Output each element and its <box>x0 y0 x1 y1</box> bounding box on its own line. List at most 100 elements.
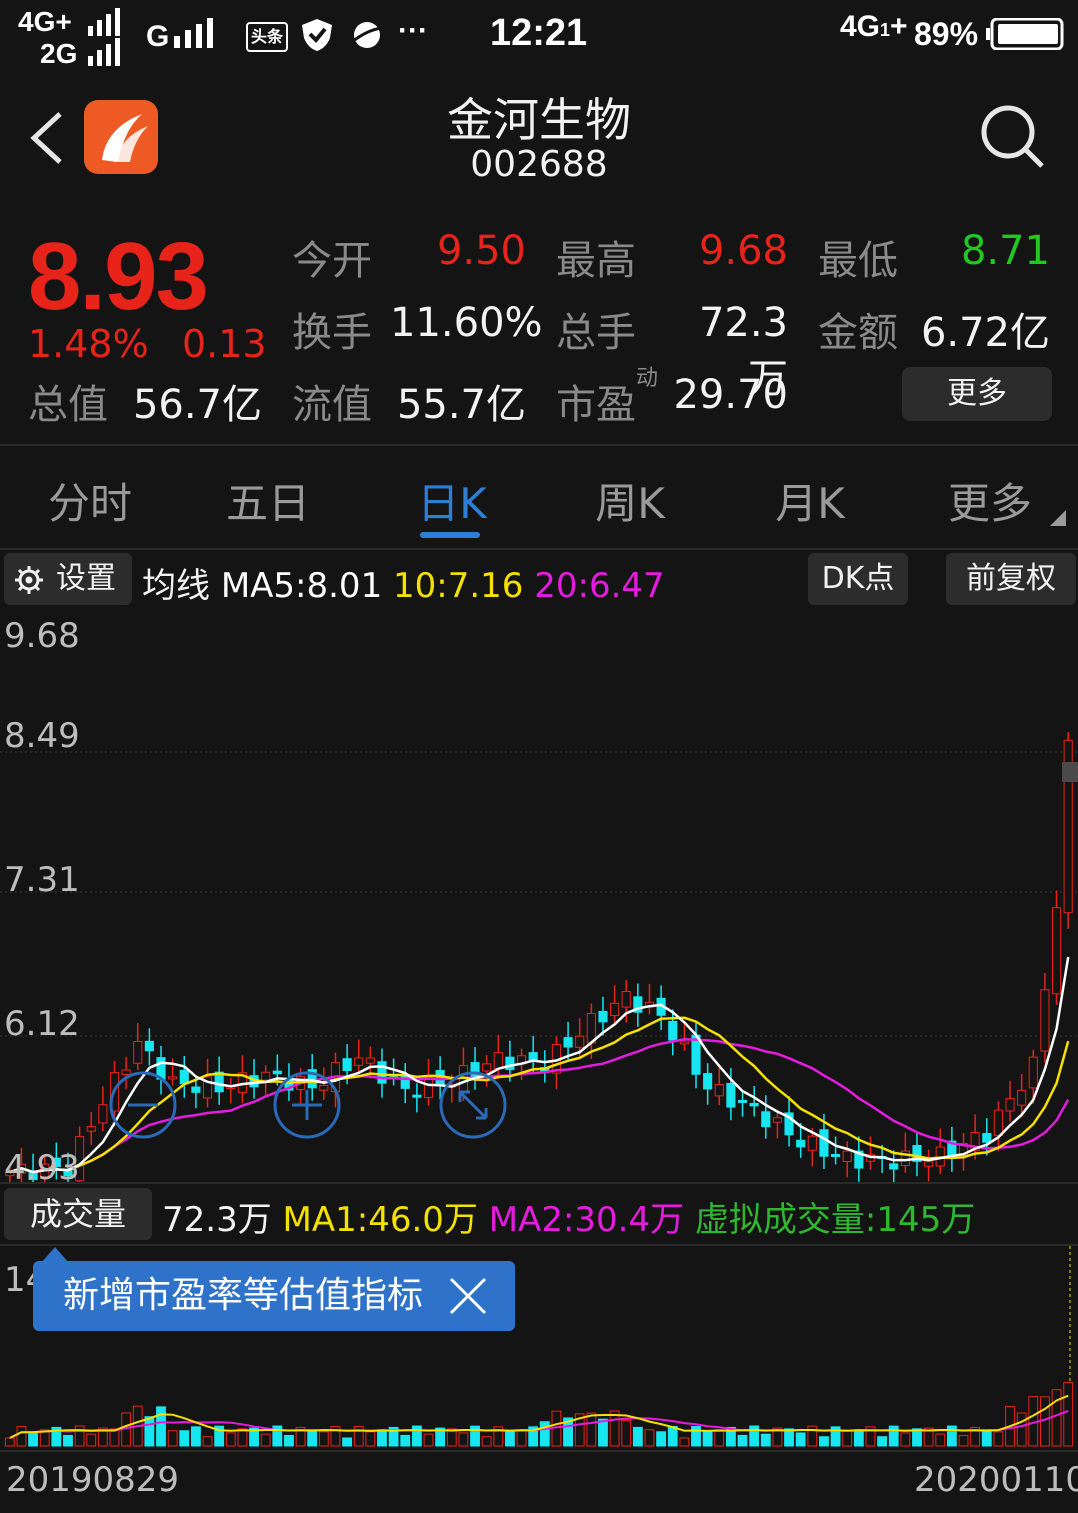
volume-bar <box>1063 1381 1074 1447</box>
volume-bar <box>819 1436 829 1447</box>
volume-bar <box>458 1432 469 1447</box>
candle-body <box>423 1076 434 1099</box>
settings-button[interactable]: 设置 <box>4 553 132 605</box>
candle-body <box>563 1037 573 1048</box>
gear-icon <box>15 566 43 594</box>
volume-bar <box>737 1434 748 1447</box>
volume-bar <box>400 1434 411 1447</box>
volume-bar <box>981 1429 992 1447</box>
volume-ma1: MA1:46.0万 <box>282 1200 478 1240</box>
battery-icon <box>986 18 1064 50</box>
last-price-marker <box>1062 762 1078 782</box>
tab-5day[interactable]: 五日 <box>178 470 358 531</box>
candle-body <box>1051 907 1062 995</box>
candle-body <box>772 1117 782 1123</box>
amount-label: 金额 <box>818 310 898 356</box>
change-percent: 1.48% <box>28 322 149 366</box>
active-tab-indicator <box>420 532 480 538</box>
candle-body <box>1017 1089 1027 1106</box>
divider <box>0 548 1078 550</box>
change-value: 0.13 <box>182 322 267 366</box>
price-axis-label: 7.31 <box>4 860 80 900</box>
tab-weekly-k[interactable]: 周K <box>540 470 720 531</box>
planet-icon <box>351 22 383 48</box>
settings-label: 设置 <box>56 561 116 596</box>
candle-body <box>761 1111 771 1128</box>
candle-body <box>807 1135 817 1151</box>
volume-bar <box>598 1418 608 1447</box>
volume-label: 总手 <box>556 310 636 356</box>
volume-bar <box>853 1430 864 1447</box>
fullscreen-icon[interactable] <box>438 1070 508 1140</box>
volume-bar <box>656 1431 667 1447</box>
volume-bar <box>190 1426 201 1447</box>
new-feature-tooltip[interactable]: 新增市盈率等估值指标 <box>33 1247 515 1331</box>
date-start: 20190829 <box>6 1460 180 1500</box>
candle-body <box>668 1020 678 1041</box>
volume-bar <box>888 1425 899 1447</box>
volume-bar <box>842 1430 853 1447</box>
volume-bar <box>760 1433 771 1447</box>
volume-bar <box>284 1434 294 1447</box>
high-value: 9.68 <box>698 228 788 274</box>
divider <box>0 1182 1078 1184</box>
volume-bar <box>621 1419 632 1447</box>
candle-body <box>86 1126 96 1132</box>
forward-adjust-button[interactable]: 前复权 <box>946 553 1076 605</box>
volume-bar <box>935 1433 946 1447</box>
candle-body <box>377 1061 387 1084</box>
candle-body <box>679 1041 689 1045</box>
divider <box>0 1450 1078 1452</box>
candle-body <box>889 1163 899 1170</box>
network-4g-right-label: 4G1+ <box>840 10 908 43</box>
volume-bar <box>260 1433 271 1447</box>
candle-body <box>621 990 631 1008</box>
volume-bar <box>4 1437 15 1447</box>
tab-intraday[interactable]: 分时 <box>0 470 180 531</box>
volume-bar <box>958 1434 969 1447</box>
candle-body <box>261 1071 271 1081</box>
price-axis-label: 8.49 <box>4 716 80 756</box>
volume-bar <box>481 1436 492 1447</box>
float-label: 流值 <box>292 382 372 428</box>
volume-bar <box>749 1425 760 1447</box>
candle-body <box>819 1129 829 1157</box>
volume-bar <box>179 1430 190 1447</box>
zoom-in-icon[interactable] <box>272 1070 342 1140</box>
candle-body <box>703 1073 713 1090</box>
candle-body <box>342 1058 352 1071</box>
high-label: 最高 <box>556 238 636 284</box>
signal-g-icon <box>174 18 213 48</box>
close-icon[interactable] <box>449 1277 487 1315</box>
more-quote-button[interactable]: 更多 <box>902 367 1052 421</box>
search-icon[interactable] <box>980 104 1046 170</box>
stock-code: 002688 <box>470 144 608 185</box>
candle-body <box>737 1099 748 1103</box>
price-axis-label: 6.12 <box>4 1004 80 1044</box>
clock: 12:21 <box>490 12 588 54</box>
ma10-value: 10:7.16 <box>393 566 524 606</box>
mktcap-label: 总值 <box>28 382 108 428</box>
volume-bar <box>202 1436 213 1447</box>
candle-body <box>796 1139 806 1148</box>
dropdown-corner-icon <box>1050 510 1066 526</box>
volume-bar <box>1016 1412 1027 1447</box>
tab-daily-k[interactable]: 日K <box>362 470 542 531</box>
toutiao-badge: 头条 <box>246 22 288 52</box>
volume-bar <box>377 1429 387 1447</box>
volume-bar <box>74 1425 85 1447</box>
network-2g-label: 2G <box>40 38 78 69</box>
signal-icon <box>88 8 120 66</box>
candle-body <box>144 1040 154 1052</box>
open-label: 今开 <box>292 238 372 284</box>
candle-body <box>982 1133 992 1143</box>
open-value: 9.50 <box>436 228 526 274</box>
volume-indicator-button[interactable]: 成交量 <box>4 1188 152 1240</box>
zoom-out-icon[interactable] <box>108 1070 178 1140</box>
volume-current: 72.3万 <box>162 1200 272 1240</box>
tab-monthly-k[interactable]: 月K <box>720 470 900 531</box>
date-end: 20200110 <box>914 1460 1078 1500</box>
pe-value: 29.70 <box>673 372 788 418</box>
dk-point-button[interactable]: DK点 <box>808 553 908 605</box>
volume-bar <box>505 1430 515 1447</box>
